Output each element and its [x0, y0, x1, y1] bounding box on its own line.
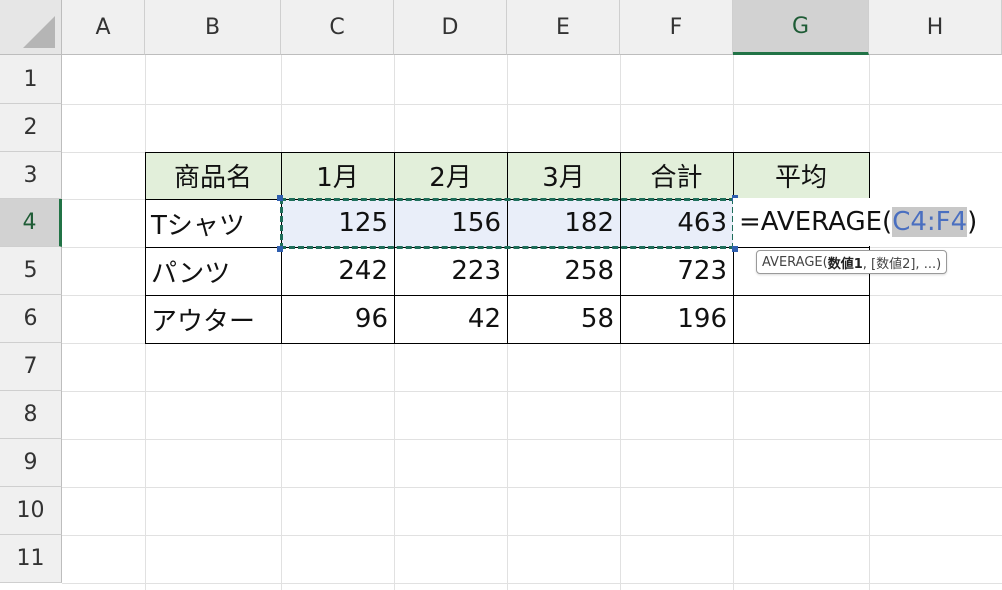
select-all-corner[interactable]	[0, 0, 62, 55]
table-header-cell[interactable]: 合計	[620, 152, 733, 199]
tooltip-current-argument: 数値1	[827, 256, 863, 272]
range-resize-handle[interactable]	[277, 246, 283, 252]
product-name-cell[interactable]: アウター	[145, 295, 281, 343]
gridline-horizontal	[62, 439, 1002, 440]
row-header-10[interactable]: 10	[0, 487, 62, 535]
spreadsheet-grid[interactable]: A B C D E F G H 1 2 3 4 5 6 7 8 9 10 11 商品名 1月 2月 3月 合計 平均 Tシャツ 12…	[0, 0, 1002, 590]
value-cell[interactable]: 42	[394, 295, 507, 343]
row-header-7[interactable]: 7	[0, 343, 62, 391]
value-cell[interactable]: 125	[281, 199, 394, 247]
row-header-9[interactable]: 9	[0, 439, 62, 487]
row-header-5[interactable]: 5	[0, 247, 62, 295]
range-resize-handle[interactable]	[277, 195, 283, 201]
table-border-vertical	[394, 152, 395, 344]
product-name-cell[interactable]: Tシャツ	[145, 199, 281, 247]
value-cell[interactable]: 258	[507, 247, 620, 295]
column-header-a[interactable]: A	[62, 0, 145, 55]
table-border-vertical	[620, 152, 621, 344]
column-header-e[interactable]: E	[507, 0, 620, 55]
row-header-3[interactable]: 3	[0, 152, 62, 199]
tooltip-remaining-arguments: , [数値2], ...)	[862, 256, 942, 272]
formula-suffix: )	[967, 207, 978, 237]
row-header-8[interactable]: 8	[0, 391, 62, 439]
value-cell[interactable]: 58	[507, 295, 620, 343]
column-header-c[interactable]: C	[281, 0, 394, 55]
table-header-cell[interactable]: 1月	[281, 152, 394, 199]
table-border-horizontal	[145, 295, 870, 296]
column-header-g[interactable]: G	[733, 0, 869, 55]
table-border-horizontal	[145, 152, 870, 153]
gridline-horizontal	[62, 104, 1002, 105]
value-cell[interactable]: 182	[507, 199, 620, 247]
function-argument-tooltip[interactable]: AVERAGE(数値1, [数値2], ...)	[756, 250, 948, 274]
formula-range-reference: C4:F4	[892, 207, 968, 237]
column-header-h[interactable]: H	[869, 0, 1002, 55]
table-header-cell[interactable]: 商品名	[145, 152, 281, 199]
tooltip-function-name: AVERAGE(	[762, 254, 828, 270]
table-header-cell[interactable]: 3月	[507, 152, 620, 199]
product-name-cell[interactable]: パンツ	[145, 247, 281, 295]
table-header-cell[interactable]: 平均	[733, 152, 869, 199]
row-header-4[interactable]: 4	[0, 199, 62, 247]
row-header-2[interactable]: 2	[0, 104, 62, 152]
row-header-1[interactable]: 1	[0, 55, 62, 104]
gridline-horizontal	[62, 391, 1002, 392]
table-border-horizontal	[145, 247, 870, 248]
select-all-triangle-icon	[23, 16, 55, 48]
table-border-vertical	[507, 152, 508, 344]
column-header-d[interactable]: D	[394, 0, 507, 55]
gridline-horizontal	[62, 535, 1002, 536]
range-resize-handle[interactable]	[732, 246, 738, 252]
row-header-6[interactable]: 6	[0, 295, 62, 343]
value-cell[interactable]: 156	[394, 199, 507, 247]
value-cell[interactable]: 223	[394, 247, 507, 295]
value-cell[interactable]: 463	[620, 199, 733, 247]
column-header-f[interactable]: F	[620, 0, 733, 55]
table-border-vertical	[869, 152, 870, 344]
value-cell[interactable]: 723	[620, 247, 733, 295]
row-header-11[interactable]: 11	[0, 535, 62, 583]
formula-edit-cell-g4[interactable]: =AVERAGE(C4:F4)	[733, 198, 1002, 246]
average-cell-empty[interactable]	[733, 295, 869, 343]
value-cell[interactable]: 196	[620, 295, 733, 343]
formula-prefix: =AVERAGE(	[739, 207, 893, 237]
table-border-horizontal	[145, 343, 870, 344]
value-cell[interactable]: 96	[281, 295, 394, 343]
table-header-cell[interactable]: 2月	[394, 152, 507, 199]
gridline-horizontal	[62, 583, 1002, 584]
value-cell[interactable]: 242	[281, 247, 394, 295]
column-header-b[interactable]: B	[145, 0, 281, 55]
table-border-vertical	[145, 152, 146, 344]
gridline-horizontal	[62, 487, 1002, 488]
